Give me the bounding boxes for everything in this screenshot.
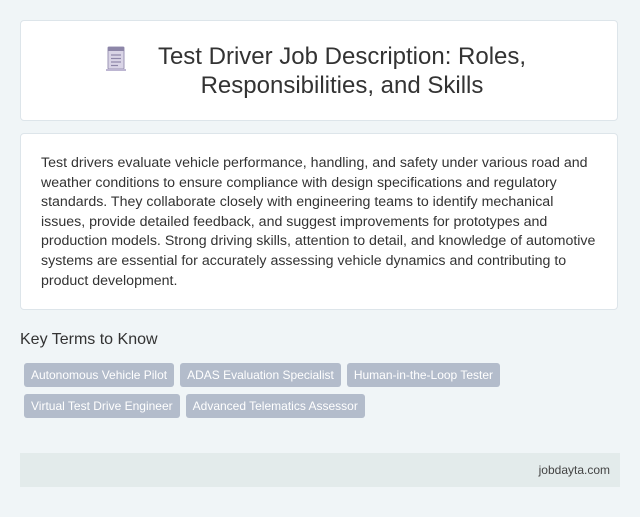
tag-human-in-the-loop-tester[interactable]: Human-in-the-Loop Tester [346,363,501,387]
tag-autonomous-vehicle-pilot[interactable]: Autonomous Vehicle Pilot [24,363,175,387]
description-card: Test drivers evaluate vehicle performanc… [20,133,618,310]
page-title: Test Driver Job Description: Roles, Resp… [157,42,527,99]
key-terms-tags: Autonomous Vehicle Pilot ADAS Evaluation… [24,363,524,425]
job-description: Test drivers evaluate vehicle performanc… [41,155,596,289]
key-terms-heading: Key Terms to Know [20,331,158,348]
footer-site-link[interactable]: jobdayta.com [539,463,610,477]
tag-virtual-test-drive-engineer[interactable]: Virtual Test Drive Engineer [24,394,180,418]
tag-advanced-telematics-assessor[interactable]: Advanced Telematics Assessor [185,394,365,418]
document-icon [101,46,141,76]
tag-adas-evaluation-specialist[interactable]: ADAS Evaluation Specialist [180,363,341,387]
title-card: Test Driver Job Description: Roles, Resp… [20,20,618,121]
footer: jobdayta.com [20,453,620,487]
title-wrap: Test Driver Job Description: Roles, Resp… [101,42,537,100]
